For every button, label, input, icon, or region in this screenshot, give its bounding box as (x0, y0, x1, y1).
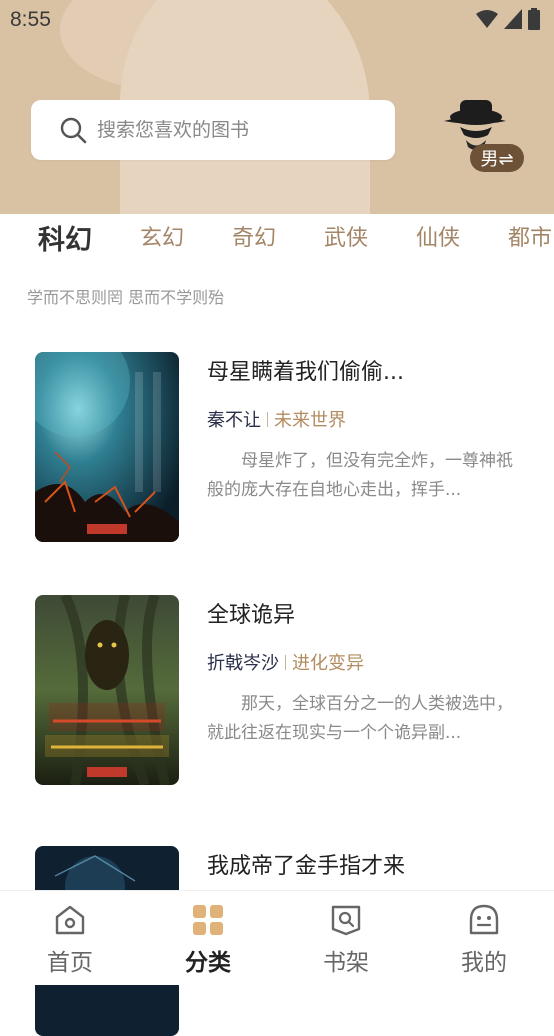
nav-profile[interactable]: 我的 (424, 903, 544, 977)
category-tabs: 科幻 玄幻 奇幻 武侠 仙侠 都市 (0, 214, 554, 264)
status-time: 8:55 (10, 8, 51, 31)
book-item[interactable]: 全球诡异 折戟岑沙 进化变异 那天，全球百分之一的人类被选中，就此往返在现实与一… (0, 595, 554, 785)
book-description: 那天，全球百分之一的人类被选中，就此往返在现实与一个个诡异副... (207, 694, 513, 743)
book-cover[interactable] (35, 352, 179, 542)
status-icons (476, 8, 540, 30)
gender-switch-button[interactable]: 男⇌ (470, 144, 524, 172)
tab-xuanhuan[interactable]: 玄幻 (140, 220, 184, 252)
tab-xianxia[interactable]: 仙侠 (416, 220, 460, 252)
nav-bookshelf[interactable]: 书架 (286, 903, 406, 977)
bottom-nav: 首页 分类 书架 我的 (0, 890, 554, 985)
motto-text: 学而不思则罔 思而不学则殆 (27, 288, 225, 307)
tab-scifi[interactable]: 科幻 (38, 218, 92, 257)
nav-category-label: 分类 (185, 950, 231, 976)
profile-icon (469, 904, 499, 935)
home-icon (55, 905, 85, 935)
search-icon (60, 117, 87, 144)
nav-profile-label: 我的 (461, 950, 507, 976)
book-genre: 进化变异 (292, 653, 364, 674)
book-cover[interactable] (35, 595, 179, 785)
header-banner: 8:55 男⇌ (0, 0, 554, 214)
nav-bookshelf-label: 书架 (323, 950, 369, 976)
book-cover-image (35, 595, 179, 785)
tab-fantasy[interactable]: 奇幻 (232, 220, 276, 252)
status-bar: 8:55 (0, 0, 554, 40)
book-meta: 折戟岑沙 进化变异 (207, 649, 364, 675)
book-cover-image (35, 352, 179, 542)
book-item[interactable]: 母星瞒着我们偷偷... 秦不让 未来世界 母星炸了，但没有完全炸，一尊神祇般的庞… (0, 352, 554, 542)
book-genre: 未来世界 (274, 410, 346, 431)
category-icon (193, 905, 223, 935)
tab-urban[interactable]: 都市 (508, 220, 552, 252)
nav-home[interactable]: 首页 (10, 903, 130, 977)
bookshelf-icon (331, 905, 361, 936)
search-input[interactable] (95, 118, 369, 142)
search-bar[interactable] (31, 100, 395, 160)
signal-icon (504, 9, 522, 29)
nav-category[interactable]: 分类 (148, 903, 268, 977)
book-title[interactable]: 母星瞒着我们偷偷... (207, 354, 527, 386)
meta-divider (267, 411, 268, 427)
book-author: 折戟岑沙 (207, 653, 279, 674)
meta-divider (285, 654, 286, 670)
wifi-icon (476, 10, 498, 28)
book-author: 秦不让 (207, 410, 261, 431)
book-meta: 秦不让 未来世界 (207, 406, 346, 432)
nav-home-label: 首页 (47, 950, 93, 976)
book-description: 母星炸了，但没有完全炸，一尊神祇般的庞大存在自地心走出，挥手... (207, 451, 513, 500)
book-title[interactable]: 我成帝了金手指才来 (207, 848, 527, 880)
book-title[interactable]: 全球诡异 (207, 597, 527, 629)
tab-wuxia[interactable]: 武侠 (324, 220, 368, 252)
battery-icon (528, 8, 540, 30)
